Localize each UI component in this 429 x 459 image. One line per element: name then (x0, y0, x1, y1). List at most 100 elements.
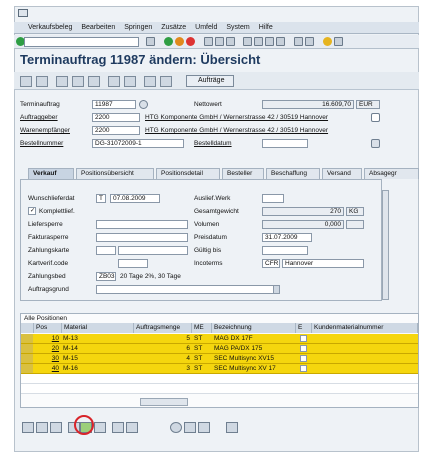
tab-beschaffung[interactable]: Beschaffung (266, 168, 320, 179)
tab-besteller[interactable]: Besteller (222, 168, 264, 179)
table-row-empty[interactable] (21, 374, 418, 384)
back-icon[interactable] (164, 37, 173, 46)
tab-absagegruende[interactable]: Absagegr (364, 168, 419, 179)
find-icon[interactable] (215, 37, 224, 46)
cell-e-checkbox[interactable] (300, 365, 307, 372)
cell-me[interactable]: ST (194, 364, 212, 373)
create-icon[interactable] (56, 76, 68, 87)
find-next-icon[interactable] (226, 37, 235, 46)
table-settings-icon[interactable] (94, 422, 106, 433)
schedule-lines-icon[interactable] (226, 422, 238, 433)
item-overview-icon[interactable] (108, 76, 120, 87)
bestelldatum-label[interactable]: Bestelldatum (194, 140, 232, 147)
table-hscrollbar[interactable] (140, 398, 188, 406)
menu-hilfe[interactable]: Hilfe (259, 24, 273, 31)
row-select[interactable] (21, 354, 33, 363)
shortcut-icon[interactable] (305, 37, 314, 46)
cell-material[interactable]: M-13 (63, 334, 133, 343)
row-select[interactable] (21, 334, 33, 343)
table-row-empty[interactable] (21, 384, 418, 394)
item-details-icon[interactable] (22, 422, 34, 433)
cell-bezeichnung[interactable]: MAG DX 17F (214, 334, 296, 343)
terminauftrag-field[interactable]: 11987 (92, 100, 136, 109)
tab-versand[interactable]: Versand (322, 168, 362, 179)
select-all-icon[interactable] (36, 422, 48, 433)
menu-system[interactable]: System (226, 24, 249, 31)
partner-icon[interactable] (144, 76, 156, 87)
row-select[interactable] (21, 344, 33, 353)
sort-descending-icon[interactable] (126, 422, 138, 433)
auftragsgrund-dropdown[interactable] (96, 285, 280, 294)
cell-me[interactable]: ST (194, 334, 212, 343)
column-material[interactable]: Material (62, 323, 134, 333)
menu-springen[interactable]: Springen (124, 24, 152, 31)
cell-material[interactable]: M-16 (63, 364, 133, 373)
menu-zusaetze[interactable]: Zusätze (161, 24, 186, 31)
cell-bezeichnung[interactable]: SEC Multisync XV 17 (214, 364, 296, 373)
column-auftragsmenge[interactable]: Auftragsmenge (134, 323, 192, 333)
deselect-all-icon[interactable] (50, 422, 62, 433)
liefersperre-dropdown[interactable] (96, 220, 188, 229)
auslieferwerk-field[interactable] (262, 194, 284, 203)
table-row[interactable]: 20 M-14 6 ST MAG PA/DX 175 (21, 344, 418, 354)
configuration-icon[interactable] (170, 422, 182, 433)
print-icon[interactable] (204, 37, 213, 46)
header-icon[interactable] (72, 76, 84, 87)
menu-umfeld[interactable]: Umfeld (195, 24, 217, 31)
wunschlieferdat-field[interactable]: 07.08.2009 (110, 194, 160, 203)
first-page-icon[interactable] (243, 37, 252, 46)
texts-icon[interactable] (160, 76, 172, 87)
menu-bearbeiten[interactable]: Bearbeiten (81, 24, 115, 31)
table-row[interactable]: 10 M-13 5 ST MAG DX 17F (21, 334, 418, 344)
komplettlief-checkbox[interactable]: ✓ (28, 207, 36, 215)
bestellnummer-label[interactable]: Bestellnummer (20, 140, 63, 147)
column-select[interactable] (21, 323, 34, 333)
auftraggeber-label[interactable]: Auftraggeber (20, 114, 58, 121)
table-row[interactable]: 40 M-16 3 ST SEC Multisync XV 17 (21, 364, 418, 374)
availability-icon[interactable] (184, 422, 196, 433)
cell-e-checkbox[interactable] (300, 355, 307, 362)
previous-page-icon[interactable] (254, 37, 263, 46)
incoterms-code-field[interactable]: CFR (262, 259, 280, 268)
new-session-icon[interactable] (294, 37, 303, 46)
save-icon[interactable] (146, 37, 155, 46)
warenempfaenger-field[interactable]: 2200 (92, 126, 140, 135)
cell-menge[interactable]: 3 (135, 364, 190, 373)
tab-positionsdetail[interactable]: Positionsdetail (156, 168, 220, 179)
zahlungskarte-field[interactable] (96, 246, 116, 255)
kartverifcode-field[interactable] (118, 259, 148, 268)
menu-verkaufsbeleg[interactable]: Verkaufsbeleg (28, 24, 72, 31)
cell-e-checkbox[interactable] (300, 335, 307, 342)
pricing-icon[interactable] (198, 422, 210, 433)
preisdatum-field[interactable]: 31.07.2009 (262, 233, 312, 242)
cell-menge[interactable]: 6 (135, 344, 190, 353)
orders-list-icon[interactable] (88, 76, 100, 87)
warenempfaenger-label[interactable]: Warenempfänger (20, 127, 70, 134)
zahlungskarte-number-field[interactable] (118, 246, 188, 255)
cell-e-checkbox[interactable] (300, 345, 307, 352)
display-change-icon[interactable] (20, 76, 32, 87)
cell-material[interactable]: M-15 (63, 354, 133, 363)
auftraggeber-field[interactable]: 2200 (92, 113, 140, 122)
cell-material[interactable]: M-14 (63, 344, 133, 353)
command-field[interactable] (24, 37, 139, 47)
column-bezeichnung[interactable]: Bezeichnung (212, 323, 296, 333)
conditions-icon[interactable] (124, 76, 136, 87)
column-kundenmaterialnummer[interactable]: Kundenmaterialnummer (312, 323, 418, 333)
tab-verkauf[interactable]: Verkauf (28, 168, 74, 179)
payment-cards-icon[interactable] (371, 139, 380, 148)
panel-scrollbar[interactable] (382, 190, 389, 300)
cell-me[interactable]: ST (194, 344, 212, 353)
bestelldatum-field[interactable] (262, 139, 308, 148)
fakturasperre-dropdown[interactable] (96, 233, 188, 242)
help-icon[interactable] (323, 37, 332, 46)
row-select[interactable] (21, 364, 33, 373)
other-order-icon[interactable] (36, 76, 48, 87)
cell-me[interactable]: ST (194, 354, 212, 363)
cell-menge[interactable]: 4 (135, 354, 190, 363)
address-icon[interactable] (371, 113, 380, 122)
table-row[interactable]: 30 M-15 4 ST SEC Multisync XV15 (21, 354, 418, 364)
column-me[interactable]: ME (192, 323, 212, 333)
bestellnummer-field[interactable]: DG-31072009-1 (92, 139, 184, 148)
dropdown-arrow-icon[interactable] (273, 286, 279, 293)
